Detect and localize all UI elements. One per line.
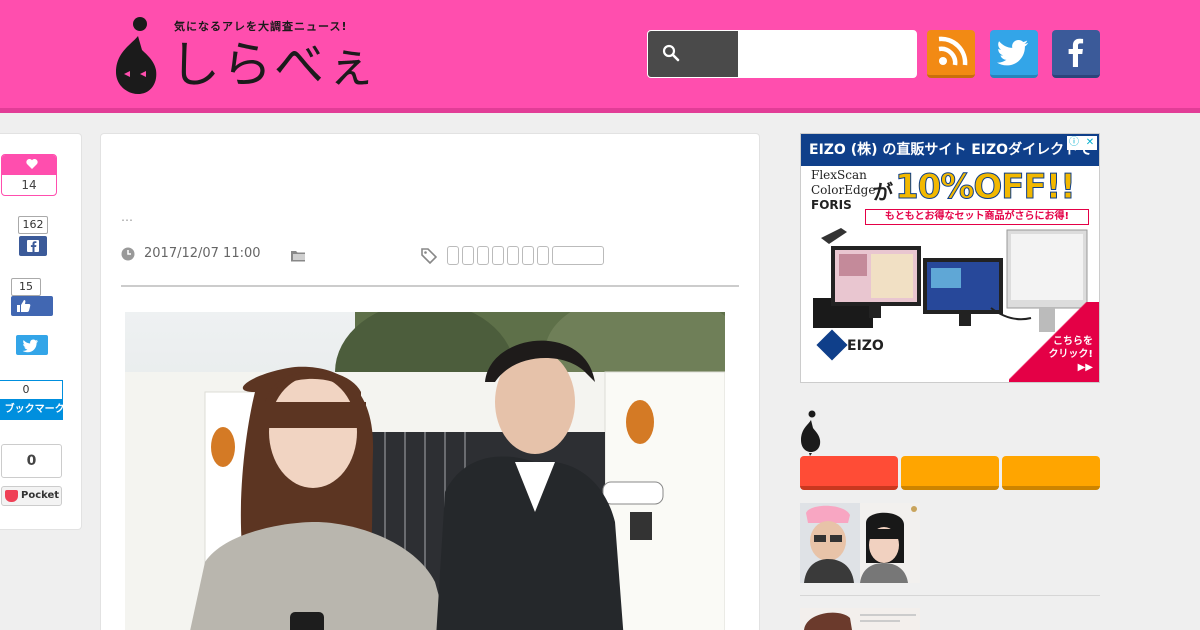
- tag-chip[interactable]: [477, 246, 489, 265]
- facebook-icon: [1068, 38, 1084, 67]
- hatena-bookmark-button[interactable]: B! ブックマーク: [0, 400, 63, 420]
- ad-subline: もともとお得なセット商品がさらにお得!: [865, 209, 1089, 225]
- rss-button[interactable]: [927, 30, 975, 78]
- ad-close-icon[interactable]: ✕: [1083, 136, 1097, 150]
- site-logo-text: しらべぇ: [170, 36, 378, 94]
- tag-chip[interactable]: [462, 246, 474, 265]
- like-button-top: [2, 155, 56, 175]
- ad-offer: 10%OFF!!: [895, 167, 1077, 208]
- sidebar-article-thumbnail[interactable]: [800, 503, 920, 583]
- facebook-icon: [27, 240, 39, 252]
- tag-icon: [421, 248, 437, 264]
- ad-brand-list: FlexScan ColorEdge FORIS: [811, 168, 875, 213]
- pocket-button[interactable]: Pocket: [1, 486, 62, 506]
- article-photo: [125, 312, 725, 630]
- search-button[interactable]: [648, 31, 738, 77]
- site-header: 気になるアレを大調査ニュース! しらべぇ: [0, 0, 1200, 113]
- twitter-button[interactable]: [990, 30, 1038, 78]
- like-button[interactable]: 14: [1, 154, 57, 196]
- site-logo[interactable]: 気になるアレを大調査ニュース! しらべぇ: [112, 14, 392, 96]
- pocket-count: 0: [1, 444, 62, 478]
- pocket-label: Pocket: [21, 490, 60, 501]
- rss-icon: [938, 36, 968, 66]
- sidebar-tab-1[interactable]: [800, 456, 898, 490]
- sidebar-divider: [800, 595, 1100, 596]
- ad-brand: ColorEdge: [811, 183, 876, 197]
- tag-chip[interactable]: [552, 246, 604, 265]
- heart-icon: [26, 158, 38, 169]
- facebook-like-count: 15: [11, 278, 41, 296]
- hatena-count: 0: [0, 380, 63, 400]
- tag-chip[interactable]: [522, 246, 534, 265]
- search-input[interactable]: [738, 31, 916, 77]
- twitter-icon: [22, 339, 38, 353]
- thumbnail-image: [800, 503, 920, 583]
- thumbnail-image: [800, 608, 920, 630]
- share-bar: 14 162 15 0 B! ブックマーク 0 Pocket: [0, 133, 82, 530]
- article-date-text: 2017/12/07 11:00: [144, 246, 261, 261]
- logo-mark-icon: [116, 17, 157, 94]
- site-tagline: 気になるアレを大調査ニュース!: [174, 20, 348, 33]
- facebook-share-count: 162: [18, 216, 48, 234]
- like-count: 14: [21, 178, 37, 192]
- tag-chip[interactable]: [537, 246, 549, 265]
- ad-brand-logo-text: EIZO: [847, 338, 884, 354]
- clock-icon: [121, 247, 135, 261]
- search-box: [647, 30, 917, 78]
- pocket-icon: [5, 490, 18, 502]
- sidebar-ad[interactable]: EIZO (株) の直販サイト EIZOダイレクトで ⓘ ✕ FlexScan …: [800, 133, 1100, 383]
- article-card: … 2017/12/07 11:00: [100, 133, 760, 630]
- article-excerpt: …: [121, 210, 133, 224]
- article-photo-image: [125, 312, 725, 630]
- ad-click-label: こちらを クリック! ▶▶: [1048, 336, 1093, 373]
- twitter-share-button[interactable]: [16, 335, 48, 355]
- search-icon: [662, 44, 680, 62]
- thumbs-up-icon: [17, 300, 31, 312]
- ad-brand: FlexScan: [811, 168, 867, 182]
- ad-click-corner[interactable]: こちらを クリック! ▶▶: [1009, 302, 1099, 382]
- sidebar-article-thumbnail[interactable]: [800, 608, 920, 630]
- tag-chip[interactable]: [507, 246, 519, 265]
- facebook-button[interactable]: [1052, 30, 1100, 78]
- ad-brand-logo: EIZO: [816, 329, 884, 361]
- twitter-icon: [996, 40, 1029, 66]
- article-divider: [121, 285, 739, 287]
- ad-ga: が: [873, 180, 893, 204]
- folder-icon[interactable]: [291, 249, 307, 262]
- facebook-share-button[interactable]: [19, 236, 47, 256]
- ad-info-icon[interactable]: ⓘ: [1067, 136, 1081, 150]
- sidebar-tab-3[interactable]: [1002, 456, 1100, 490]
- sidebar-tab-2[interactable]: [901, 456, 999, 490]
- tag-chip[interactable]: [447, 246, 459, 265]
- facebook-like-button[interactable]: [11, 296, 53, 316]
- ad-headline: EIZO (株) の直販サイト EIZOダイレクトで: [801, 134, 1099, 166]
- logo-mark-icon: [801, 410, 821, 456]
- tag-chip[interactable]: [492, 246, 504, 265]
- ad-controls: ⓘ ✕: [1067, 136, 1097, 150]
